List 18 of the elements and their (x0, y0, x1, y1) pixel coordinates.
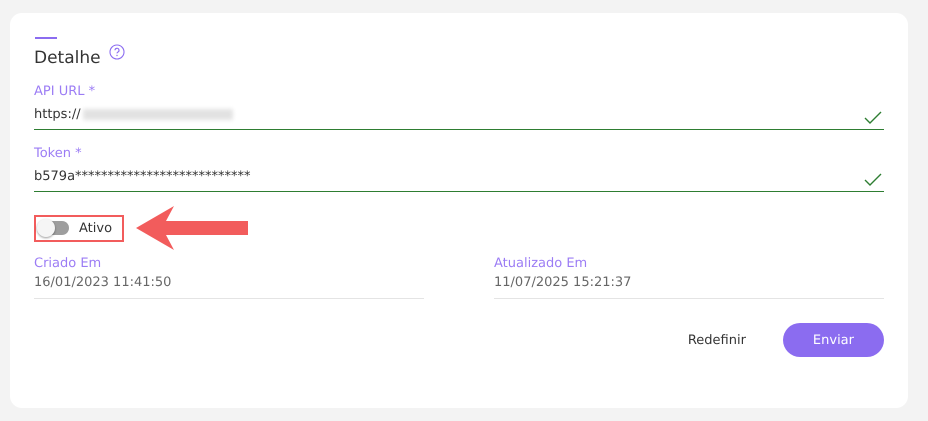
section-title: Detalhe (34, 48, 101, 68)
arrow-icon (136, 206, 248, 250)
field-label: Token * (34, 146, 83, 161)
input-field[interactable]: b579a*************************** (34, 161, 884, 192)
info-value: 11/07/2025 15:21:37 (494, 275, 632, 290)
check-icon (864, 173, 882, 187)
toggle-switch[interactable] (39, 221, 69, 235)
help-icon[interactable] (108, 44, 125, 60)
reset-button[interactable]: Redefinir (662, 323, 771, 357)
title-accent-bar (35, 37, 57, 39)
info-label: Criado Em (34, 256, 102, 271)
input-field[interactable]: https:// (34, 99, 884, 130)
check-icon (864, 111, 882, 125)
toggle-label: Ativo (79, 220, 112, 236)
info-value: 16/01/2023 11:41:50 (34, 275, 172, 290)
info-label: Atualizado Em (494, 256, 588, 271)
submit-button[interactable]: Enviar (782, 323, 884, 357)
field-label: API URL * (34, 84, 96, 99)
